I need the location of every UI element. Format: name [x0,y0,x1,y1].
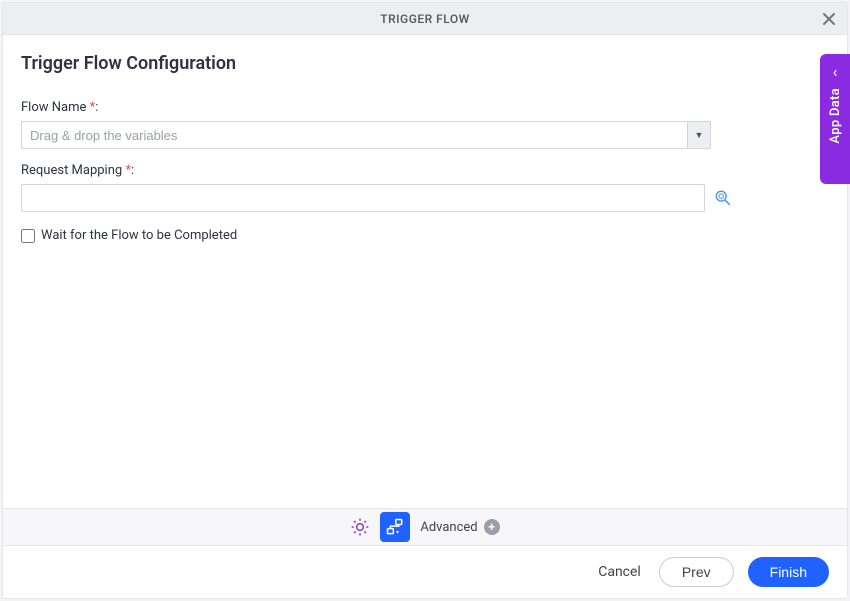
app-data-tab[interactable]: ‹ App Data [820,54,850,184]
request-mapping-input[interactable] [21,184,705,212]
gear-icon [350,517,370,537]
prev-button[interactable]: Prev [659,557,734,587]
advanced-toggle[interactable]: Advanced + [420,519,499,535]
wait-checkbox-row[interactable]: Wait for the Flow to be Completed [21,228,829,243]
flow-name-combo: ▼ [21,121,711,149]
settings-button[interactable] [350,517,370,537]
flow-name-label-text: Flow Name [21,100,86,115]
request-mapping-lookup-button[interactable] [713,188,733,208]
close-button[interactable] [817,7,841,31]
chevron-left-icon: ‹ [833,64,838,80]
colon: : [95,100,98,115]
diagram-button[interactable] [380,512,410,542]
request-mapping-row [21,184,733,212]
cancel-button[interactable]: Cancel [594,558,645,586]
app-data-tab-label: App Data [828,88,843,144]
modal-footer: Cancel Prev Finish [3,546,847,598]
modal: TRIGGER FLOW Trigger Flow Configuration … [2,2,848,599]
advanced-label-text: Advanced [420,520,477,535]
plus-icon: + [484,519,500,535]
modal-title: TRIGGER FLOW [380,12,469,26]
request-mapping-label-text: Request Mapping [21,163,122,178]
colon-2: : [131,163,134,178]
diagram-icon [385,517,405,537]
page-title: Trigger Flow Configuration [21,53,829,74]
magnify-icon [714,189,732,207]
chevron-down-icon: ▼ [695,130,704,141]
flow-name-label: Flow Name *: [21,100,829,115]
advanced-toolbar: Advanced + [3,508,847,546]
finish-button[interactable]: Finish [748,557,829,587]
flow-name-dropdown-button[interactable]: ▼ [687,121,711,149]
modal-content: Trigger Flow Configuration Flow Name *: … [3,35,847,508]
close-icon [821,11,837,27]
request-mapping-label: Request Mapping *: [21,163,829,178]
flow-name-input[interactable] [21,121,687,149]
wait-checkbox-label: Wait for the Flow to be Completed [41,228,237,243]
modal-header: TRIGGER FLOW [3,3,847,35]
wait-checkbox[interactable] [21,229,35,243]
